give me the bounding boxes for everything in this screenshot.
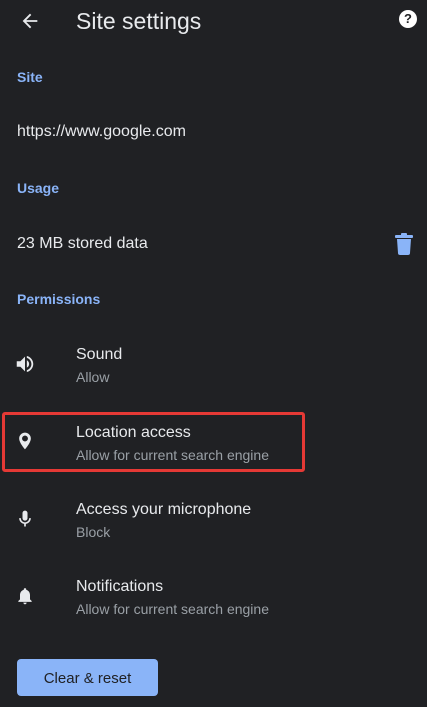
- permission-subtitle: Allow: [76, 369, 110, 385]
- bell-icon: [14, 585, 36, 607]
- site-settings-screen: Site settings ? Site https://www.google.…: [0, 0, 427, 707]
- trash-icon: [395, 233, 413, 255]
- back-button[interactable]: [14, 6, 46, 36]
- top-app-bar: Site settings ?: [0, 0, 427, 42]
- permission-row-notifications[interactable]: Notifications Allow for current search e…: [0, 566, 427, 630]
- delete-data-button[interactable]: [395, 233, 413, 255]
- stored-data-text: 23 MB stored data: [17, 235, 148, 252]
- permission-row-sound[interactable]: Sound Allow: [0, 334, 427, 398]
- section-header-site: Site: [17, 69, 43, 85]
- page-title: Site settings: [76, 8, 202, 34]
- section-header-usage: Usage: [17, 180, 60, 196]
- help-circle-icon: ?: [404, 11, 412, 26]
- permission-row-location[interactable]: Location access Allow for current search…: [0, 412, 427, 476]
- permission-title: Sound: [76, 346, 123, 363]
- location-pin-icon: [14, 430, 36, 452]
- speaker-icon: [14, 353, 36, 375]
- help-button[interactable]: ?: [399, 10, 417, 28]
- permission-row-microphone[interactable]: Access your microphone Block: [0, 489, 427, 553]
- permission-subtitle: Block: [76, 524, 111, 540]
- permission-title: Location access: [76, 424, 191, 441]
- permission-title: Access your microphone: [76, 501, 252, 518]
- permission-subtitle: Allow for current search engine: [76, 601, 269, 617]
- permission-subtitle: Allow for current search engine: [76, 447, 269, 463]
- microphone-icon: [14, 508, 36, 530]
- section-header-permissions: Permissions: [17, 291, 101, 307]
- clear-reset-button[interactable]: Clear & reset: [17, 659, 158, 696]
- site-url: https://www.google.com: [17, 123, 186, 140]
- arrow-left-icon: [22, 13, 38, 29]
- permission-title: Notifications: [76, 578, 164, 595]
